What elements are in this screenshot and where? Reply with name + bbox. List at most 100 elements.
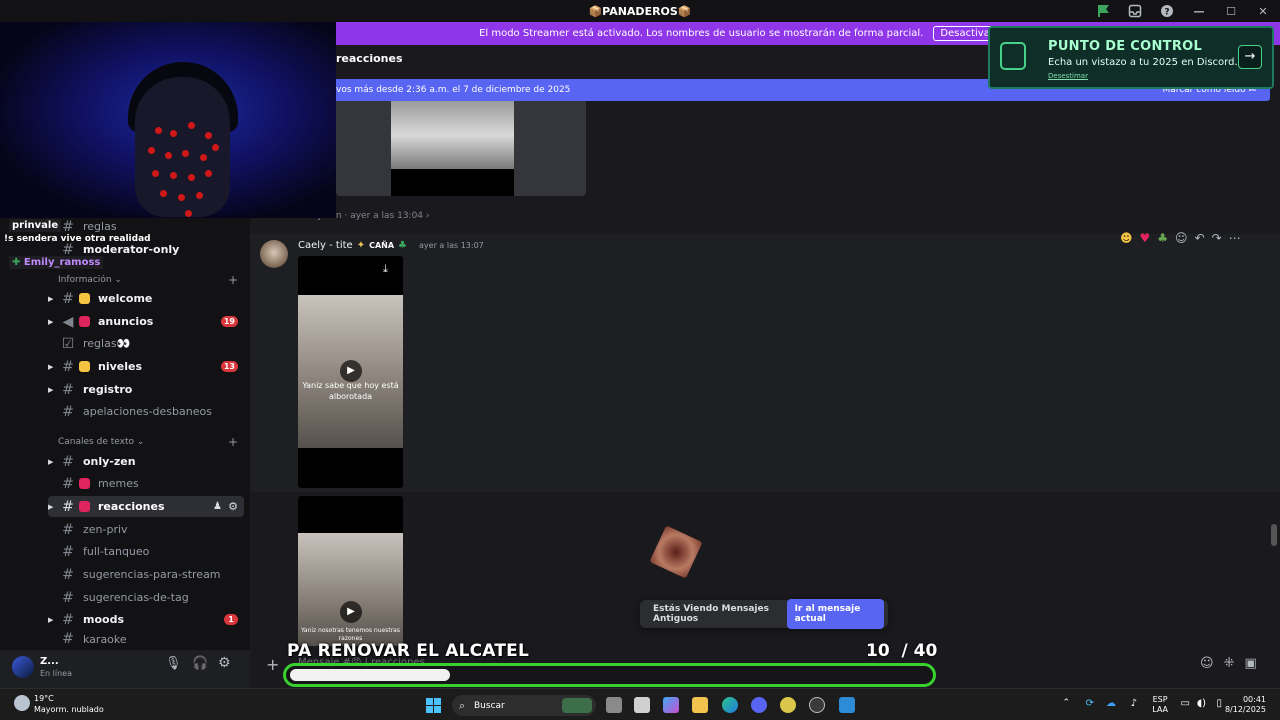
reaction-custom-icon[interactable]: ♣ <box>1157 231 1168 245</box>
channel-memes[interactable]: # memes <box>48 473 244 494</box>
download-icon[interactable]: ⤓ <box>383 262 388 276</box>
channel-sugerencias-para-stream[interactable]: # sugerencias-para-stream <box>48 564 244 585</box>
channel-full-tanqueo[interactable]: # full-tanqueo <box>48 541 244 562</box>
composer-tools: ☺ ⁜ ▣ <box>1200 656 1257 671</box>
task-view-icon[interactable] <box>606 697 622 713</box>
channel-moods[interactable]: ▶ # moods 1 <box>48 609 244 630</box>
sync-icon[interactable]: ⟳ <box>1086 698 1094 709</box>
minimize-icon[interactable]: — <box>1192 5 1206 18</box>
attach-plus-icon[interactable]: + <box>266 655 279 674</box>
image-attachment[interactable] <box>336 101 586 196</box>
author-avatar[interactable] <box>260 240 288 268</box>
badge-icon: ♣ <box>398 240 408 251</box>
play-icon[interactable]: ▶ <box>340 601 362 623</box>
checkpoint-title: PUNTO DE CONTROL <box>1048 39 1203 54</box>
message-timestamp: ayer a las 13:07 <box>419 241 484 250</box>
inbox-icon[interactable] <box>1128 4 1142 18</box>
widgets-icon[interactable] <box>634 697 650 713</box>
app-icon[interactable] <box>780 697 796 713</box>
battery-icon[interactable]: ▯ <box>1216 698 1222 709</box>
goal-count: 10 / 40 <box>866 641 938 661</box>
author-name[interactable]: Caely - tite <box>298 240 353 251</box>
robot-icon <box>1000 42 1026 70</box>
dismiss-link[interactable]: Desestimar <box>1048 72 1088 80</box>
channel-karaoke[interactable]: # karaoke <box>48 632 244 646</box>
obs-icon[interactable] <box>809 697 825 713</box>
pickaxe-icon: ✦ <box>356 240 366 251</box>
image-photo <box>391 101 514 169</box>
network-icon[interactable]: ▭ <box>1181 698 1190 709</box>
taskbar-search[interactable]: ⌕ Buscar <box>452 695 596 716</box>
video-attachment[interactable]: ▶ Yaniz nosotras tenemos nuestras razone… <box>298 496 403 646</box>
flag-icon[interactable] <box>1096 4 1110 18</box>
svg-text:?: ? <box>1164 8 1169 18</box>
forward-icon[interactable]: ↷ <box>1212 231 1222 245</box>
app-icon[interactable] <box>839 697 855 713</box>
window-title: 📦PANADEROS📦 <box>588 4 692 18</box>
settings-gear-icon[interactable]: ⚙ <box>218 655 231 671</box>
video-attachment[interactable]: ⤓ ▶ Yaniz sabe que hoy está alborotada <box>298 256 403 488</box>
reaction-heart-icon[interactable]: ♥ <box>1140 231 1151 245</box>
more-icon[interactable]: ⋯ <box>1229 231 1241 245</box>
reply-icon[interactable]: ↶ <box>1195 231 1205 245</box>
gift-icon[interactable]: ▣ <box>1244 656 1256 671</box>
search-label: Buscar <box>474 700 505 711</box>
channel-zen-priv[interactable]: # zen-priv <box>48 519 244 540</box>
add-reaction-icon[interactable]: ☺ <box>1175 231 1188 245</box>
channel-only-zen[interactable]: ▶ # only-zen <box>48 451 244 472</box>
channel-anuncios[interactable]: ▶ ◀ anuncios 19 <box>48 311 244 332</box>
temperature: 19°C <box>34 694 54 703</box>
reaction-laugh-icon[interactable]: ☻ <box>1120 231 1133 245</box>
windows-start-icon[interactable] <box>426 698 441 713</box>
rules-icon: ☑ <box>61 335 75 352</box>
category-informacion[interactable]: Información ⌄ <box>58 275 122 285</box>
user-name: Z... <box>40 656 59 667</box>
emoji <box>79 501 90 512</box>
channel-reacciones[interactable]: ▶ # reacciones ♟ ⚙ <box>48 496 244 517</box>
microphone-icon[interactable]: 🎙 <box>165 656 182 671</box>
channel-welcome[interactable]: ▶ # welcome <box>48 288 244 309</box>
add-channel-icon[interactable]: + <box>228 273 238 287</box>
mention-badge: 19 <box>220 316 238 327</box>
jump-to-present-button[interactable]: Ir al mensaje actual <box>786 599 884 629</box>
goal-title: PA RENOVAR EL ALCATEL <box>287 641 529 661</box>
edge-icon[interactable] <box>722 697 738 713</box>
avatar[interactable] <box>12 656 34 678</box>
category-canales-de-texto[interactable]: Canales de texto ⌄ <box>58 437 144 447</box>
arrow-right-icon[interactable]: → <box>1238 45 1262 69</box>
onedrive-icon[interactable]: ☁ <box>1106 698 1116 709</box>
image-letterbox <box>391 169 514 196</box>
channel-niveles[interactable]: ▶ # niveles 13 <box>48 356 244 377</box>
file-explorer-icon[interactable] <box>692 697 708 713</box>
search-icon: ⌕ <box>459 699 466 712</box>
channel-sugerencias-de-tag[interactable]: # sugerencias-de-tag <box>48 587 244 608</box>
channel-registro[interactable]: ▶ # registro <box>48 379 244 400</box>
discord-icon[interactable] <box>751 697 767 713</box>
copilot-icon[interactable] <box>663 697 679 713</box>
mention-badge: 13 <box>220 361 238 372</box>
channel-reglas[interactable]: ☑ reglas👀 <box>48 333 244 354</box>
volume-icon[interactable]: ◖) <box>1197 698 1206 709</box>
message-header: Caely - tite ✦ CAÑA ♣ ayer a las 13:07 <box>298 240 484 251</box>
play-icon[interactable]: ▶ <box>340 360 362 382</box>
taskbar: 19°C Mayorm. nublado ⌕ Buscar ⌃ ⟳ ☁ ♪ ESP… <box>0 688 1280 720</box>
mention-badge: 1 <box>224 614 238 625</box>
help-icon[interactable]: ? <box>1160 4 1174 18</box>
gear-icon[interactable]: ⚙ <box>228 500 238 513</box>
chevron-up-icon[interactable]: ⌃ <box>1062 698 1070 708</box>
close-icon[interactable]: ✕ <box>1256 5 1270 18</box>
channel-apelaciones[interactable]: # apelaciones-desbaneos <box>48 401 244 422</box>
wave-emoji <box>79 293 90 304</box>
stream-chat-message: !s sendera vive otra realidad <box>4 234 151 244</box>
clock[interactable]: 00:41 8/12/2025 <box>1225 695 1266 715</box>
scrollbar[interactable] <box>1271 524 1277 546</box>
emoji-icon[interactable]: ☺ <box>1200 656 1214 671</box>
maximize-icon[interactable]: ☐ <box>1224 5 1238 18</box>
add-channel-icon[interactable]: + <box>228 435 238 449</box>
mic-tray-icon[interactable]: ♪ <box>1131 698 1137 709</box>
headphones-icon[interactable]: 🎧 <box>192 656 208 671</box>
apps-icon[interactable]: ⁜ <box>1224 656 1235 671</box>
invite-icon[interactable]: ♟ <box>213 501 222 512</box>
checkpoint-card[interactable]: PUNTO DE CONTROL Echa un vistazo a tu 20… <box>988 26 1274 89</box>
language-indicator[interactable]: ESP LAA <box>1152 695 1168 715</box>
